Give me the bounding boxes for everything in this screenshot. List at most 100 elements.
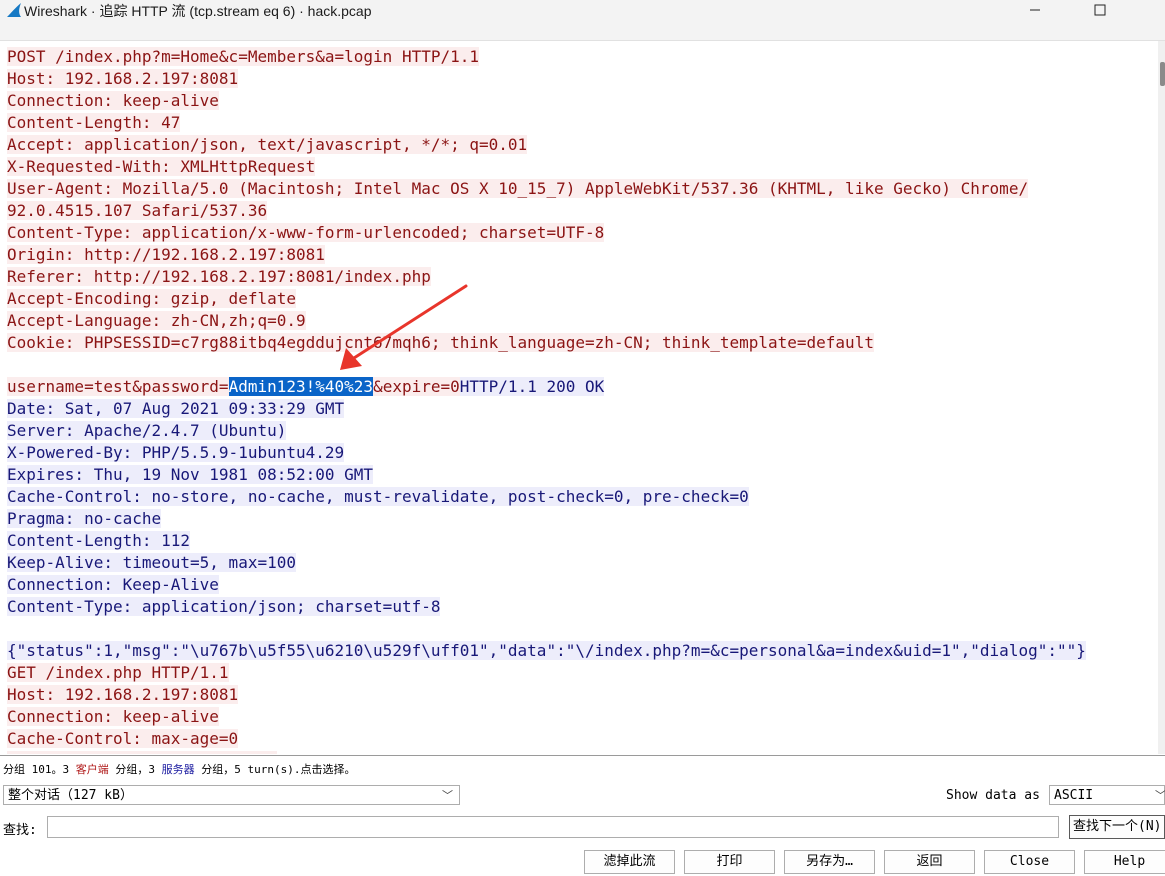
- stream-line: Content-Length: 47: [7, 112, 1086, 134]
- stream-line: Content-Length: 112: [7, 530, 1086, 552]
- conversation-select-value: 整个对话（127 kB）: [8, 788, 133, 803]
- stream-line: User-Agent: Mozilla/5.0 (Macintosh; Inte…: [7, 178, 1086, 200]
- client-text[interactable]: &expire=0: [373, 377, 460, 396]
- stream-blank-line: [7, 354, 1086, 376]
- maximize-button[interactable]: [1077, 0, 1123, 20]
- client-text[interactable]: Content-Length: 47: [7, 113, 181, 132]
- save-as-button[interactable]: 另存为…: [784, 850, 875, 874]
- show-data-select[interactable]: ASCII ﹀: [1049, 785, 1165, 805]
- stream-blank-line: [7, 618, 1086, 640]
- server-text[interactable]: Content-Length: 112: [7, 531, 191, 550]
- client-text[interactable]: 92.0.4515.107 Safari/537.36: [7, 201, 268, 220]
- maximize-icon: [1094, 4, 1106, 16]
- stream-line: username=test&password=Admin123!%40%23&e…: [7, 376, 1086, 398]
- status-server[interactable]: 服务器: [162, 763, 195, 776]
- wireshark-fin-icon: [7, 3, 21, 17]
- minimize-button[interactable]: [1012, 0, 1058, 20]
- client-text[interactable]: X-Requested-With: XMLHttpRequest: [7, 157, 316, 176]
- client-text[interactable]: Accept-Language: zh-CN,zh;q=0.9: [7, 311, 306, 330]
- client-text[interactable]: username=test&password=: [7, 377, 229, 396]
- help-button[interactable]: Help: [1084, 850, 1165, 874]
- client-text[interactable]: Cache-Control: max-age=0: [7, 729, 239, 748]
- server-text[interactable]: Date: Sat, 07 Aug 2021 09:33:29 GMT: [7, 399, 345, 418]
- server-text[interactable]: HTTP/1.1 200 OK: [459, 377, 605, 396]
- server-text[interactable]: Server: Apache/2.4.7 (Ubuntu): [7, 421, 287, 440]
- stream-line: Referer: http://192.168.2.197:8081/index…: [7, 266, 1086, 288]
- print-button[interactable]: 打印: [684, 850, 775, 874]
- client-text[interactable]: Upgrade-Insecure-Requests: 1: [7, 751, 277, 754]
- stream-line: X-Powered-By: PHP/5.5.9-1ubuntu4.29: [7, 442, 1086, 464]
- client-text[interactable]: Accept: application/json, text/javascrip…: [7, 135, 528, 154]
- show-data-label: Show data as: [946, 788, 1040, 803]
- client-text[interactable]: Cookie: PHPSESSID=c7rg88itbq4egddujcnt67…: [7, 333, 874, 352]
- stream-line: Origin: http://192.168.2.197:8081: [7, 244, 1086, 266]
- client-text[interactable]: Accept-Encoding: gzip, deflate: [7, 289, 296, 308]
- stream-line: Server: Apache/2.4.7 (Ubuntu): [7, 420, 1086, 442]
- status-mid: 分组，3: [108, 763, 162, 776]
- window-title: Wireshark · 追踪 HTTP 流 (tcp.stream eq 6) …: [24, 3, 372, 19]
- chevron-down-icon: ﹀: [442, 789, 453, 802]
- status-suffix: 分组，5 turn(s).点击选择。: [194, 763, 356, 776]
- server-text[interactable]: {"status":1,"msg":"\u767b\u5f55\u6210\u5…: [7, 641, 1086, 660]
- show-data-value: ASCII: [1054, 788, 1094, 803]
- stream-line: GET /index.php HTTP/1.1: [7, 662, 1086, 684]
- stream-line: Accept-Language: zh-CN,zh;q=0.9: [7, 310, 1086, 332]
- server-text[interactable]: X-Powered-By: PHP/5.5.9-1ubuntu4.29: [7, 443, 345, 462]
- title-bar: Wireshark · 追踪 HTTP 流 (tcp.stream eq 6) …: [0, 0, 1165, 41]
- client-text[interactable]: Referer: http://192.168.2.197:8081/index…: [7, 267, 431, 286]
- find-input[interactable]: [47, 816, 1059, 838]
- minimize-icon: [1030, 9, 1040, 11]
- stream-line: Cookie: PHPSESSID=c7rg88itbq4egddujcnt67…: [7, 332, 1086, 354]
- stream-text-area[interactable]: POST /index.php?m=Home&c=Members&a=login…: [0, 41, 1158, 754]
- stream-line: POST /index.php?m=Home&c=Members&a=login…: [7, 46, 1086, 68]
- chevron-down-icon: ﹀: [1155, 789, 1165, 802]
- stream-line: 92.0.4515.107 Safari/537.36: [7, 200, 1086, 222]
- stream-line: Accept: application/json, text/javascrip…: [7, 134, 1086, 156]
- stream-line: Accept-Encoding: gzip, deflate: [7, 288, 1086, 310]
- stream-line: X-Requested-With: XMLHttpRequest: [7, 156, 1086, 178]
- server-text[interactable]: Pragma: no-cache: [7, 509, 162, 528]
- client-text[interactable]: Content-Type: application/x-www-form-url…: [7, 223, 605, 242]
- selected-text[interactable]: Admin123!%40%23: [228, 377, 374, 396]
- server-text[interactable]: Content-Type: application/json; charset=…: [7, 597, 441, 616]
- stream-line: Pragma: no-cache: [7, 508, 1086, 530]
- status-summary: 分组 101。3 客户端 分组，3 服务器 分组，5 turn(s).点击选择。: [3, 761, 355, 777]
- panel-divider: [0, 755, 1165, 756]
- back-button[interactable]: 返回: [884, 850, 975, 874]
- find-label: 查找:: [3, 823, 37, 838]
- status-prefix: 分组 101。3: [3, 763, 76, 776]
- stream-line: Host: 192.168.2.197:8081: [7, 68, 1086, 90]
- server-text[interactable]: Expires: Thu, 19 Nov 1981 08:52:00 GMT: [7, 465, 374, 484]
- find-next-button[interactable]: 查找下一个(N): [1069, 815, 1165, 839]
- client-text[interactable]: Host: 192.168.2.197:8081: [7, 685, 239, 704]
- server-text[interactable]: Connection: Keep-Alive: [7, 575, 219, 594]
- vertical-scrollbar[interactable]: [1158, 41, 1165, 754]
- stream-line: Keep-Alive: timeout=5, max=100: [7, 552, 1086, 574]
- stream-line: Host: 192.168.2.197:8081: [7, 684, 1086, 706]
- stream-line: Date: Sat, 07 Aug 2021 09:33:29 GMT: [7, 398, 1086, 420]
- client-text[interactable]: Origin: http://192.168.2.197:8081: [7, 245, 325, 264]
- client-text[interactable]: POST /index.php?m=Home&c=Members&a=login…: [7, 47, 480, 66]
- stream-line: {"status":1,"msg":"\u767b\u5f55\u6210\u5…: [7, 640, 1086, 662]
- client-text[interactable]: GET /index.php HTTP/1.1: [7, 663, 229, 682]
- scrollbar-thumb[interactable]: [1160, 62, 1165, 86]
- conversation-select[interactable]: 整个对话（127 kB） ﹀: [3, 785, 460, 805]
- client-text[interactable]: User-Agent: Mozilla/5.0 (Macintosh; Inte…: [7, 179, 1029, 198]
- server-text[interactable]: Keep-Alive: timeout=5, max=100: [7, 553, 296, 572]
- stream-line: Content-Type: application/x-www-form-url…: [7, 222, 1086, 244]
- stream-line: Connection: keep-alive: [7, 90, 1086, 112]
- stream-line: Connection: keep-alive: [7, 706, 1086, 728]
- filter-out-button[interactable]: 滤掉此流: [584, 850, 675, 874]
- stream-lines: POST /index.php?m=Home&c=Members&a=login…: [7, 46, 1086, 754]
- stream-line: Content-Type: application/json; charset=…: [7, 596, 1086, 618]
- client-text[interactable]: Host: 192.168.2.197:8081: [7, 69, 239, 88]
- client-text[interactable]: Connection: keep-alive: [7, 91, 219, 110]
- stream-line: Cache-Control: no-store, no-cache, must-…: [7, 486, 1086, 508]
- stream-line: Upgrade-Insecure-Requests: 1: [7, 750, 1086, 754]
- server-text[interactable]: Cache-Control: no-store, no-cache, must-…: [7, 487, 749, 506]
- client-text[interactable]: Connection: keep-alive: [7, 707, 219, 726]
- status-client[interactable]: 客户端: [76, 763, 109, 776]
- stream-line: Expires: Thu, 19 Nov 1981 08:52:00 GMT: [7, 464, 1086, 486]
- stream-line: Connection: Keep-Alive: [7, 574, 1086, 596]
- close-button[interactable]: Close: [984, 850, 1075, 874]
